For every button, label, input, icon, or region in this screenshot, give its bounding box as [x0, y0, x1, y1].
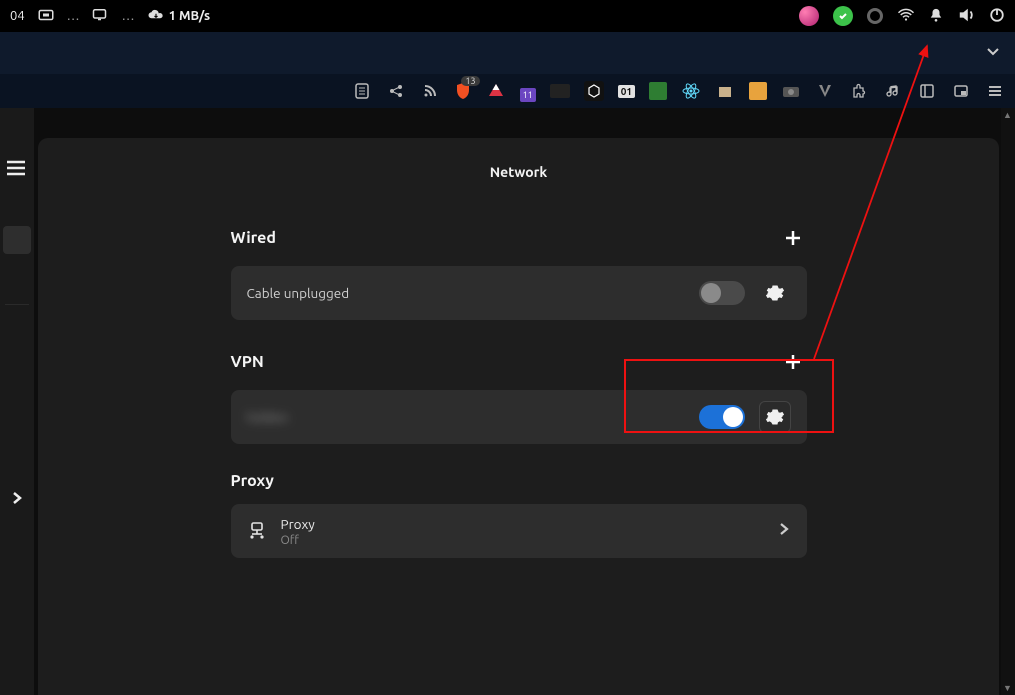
volume-icon[interactable]	[957, 7, 975, 26]
sidebar-slot[interactable]	[3, 260, 31, 288]
scroll-up-icon[interactable]: ▲	[1003, 110, 1012, 120]
cloud-speed: 1 MB/s	[147, 9, 211, 23]
wired-section: Wired Cable unplugged	[231, 224, 807, 320]
monitor-ellipsis: …	[122, 9, 135, 23]
hamburger-menu-icon[interactable]	[985, 81, 1005, 101]
wifi-icon[interactable]	[897, 8, 915, 25]
extensions-puzzle-icon[interactable]	[849, 81, 869, 101]
proxy-row-subtitle: Off	[281, 534, 763, 547]
vpn-row: hidden	[231, 390, 807, 444]
wired-status-label: Cable unplugged	[247, 285, 685, 301]
extension-orange-icon[interactable]	[749, 82, 767, 100]
power-icon[interactable]	[989, 7, 1005, 26]
proxy-row-title: Proxy	[281, 516, 763, 532]
sidepanel-icon[interactable]	[917, 81, 937, 101]
proxy-row[interactable]: Proxy Off	[231, 504, 807, 558]
extension-v-icon[interactable]	[815, 81, 835, 101]
reader-mode-icon[interactable]	[352, 81, 372, 101]
status-indicator-green-icon[interactable]	[833, 6, 853, 26]
status-indicator-grey-icon[interactable]	[867, 8, 883, 24]
sidebar-divider	[5, 304, 29, 305]
monitor-indicator-icon	[92, 8, 110, 25]
brave-shields-icon[interactable]: 13	[454, 82, 472, 100]
brave-rewards-icon[interactable]	[486, 81, 506, 101]
extension-day-badge[interactable]: 01	[618, 85, 635, 98]
notifications-icon[interactable]	[929, 7, 943, 26]
window-titlebar	[0, 32, 1015, 74]
extension-terminal-icon[interactable]	[550, 84, 570, 98]
extension-box-icon[interactable]	[715, 81, 735, 101]
music-icon[interactable]	[883, 81, 903, 101]
extension-green-icon[interactable]	[649, 82, 667, 100]
proxy-section: Proxy Proxy Off	[231, 472, 807, 558]
chevron-down-icon[interactable]	[985, 43, 1001, 63]
net-speed-text: 1 MB/s	[169, 9, 211, 23]
share-icon[interactable]	[386, 81, 406, 101]
wired-row: Cable unplugged	[231, 266, 807, 320]
proxy-heading: Proxy	[231, 472, 274, 490]
status-indicator-pink-icon[interactable]	[799, 6, 819, 26]
vpn-settings-button[interactable]	[759, 401, 791, 433]
panel-title: Network	[52, 164, 985, 180]
vpn-section: VPN hidden	[231, 348, 807, 444]
extension-cube-icon[interactable]	[584, 81, 604, 101]
settings-app: Network Wired Cable unplugged	[0, 108, 1015, 695]
wired-toggle[interactable]	[699, 281, 745, 305]
os-status-bar: 04 … … 1 MB/s	[0, 0, 1015, 32]
settings-hamburger-icon[interactable]	[6, 160, 26, 180]
vpn-toggle[interactable]	[699, 405, 745, 429]
vpn-heading: VPN	[231, 353, 264, 371]
extension-purple-badge[interactable]: 11	[520, 88, 536, 102]
add-wired-button[interactable]	[779, 224, 807, 252]
add-vpn-button[interactable]	[779, 348, 807, 376]
wired-settings-button[interactable]	[759, 277, 791, 309]
vpn-name-label: hidden	[247, 409, 685, 425]
cpu-ellipsis: …	[67, 9, 80, 23]
proxy-icon	[247, 521, 267, 541]
settings-sidebar	[0, 108, 34, 695]
extension-react-icon[interactable]	[681, 81, 701, 101]
vertical-scrollbar[interactable]: ▲ ▼	[1001, 108, 1015, 695]
cpu-indicator-icon	[37, 8, 55, 25]
sidebar-expand-icon[interactable]	[10, 491, 24, 509]
sidebar-slot[interactable]	[3, 192, 31, 220]
clock-text: 04	[10, 9, 25, 23]
chevron-right-icon	[777, 522, 791, 540]
network-panel: Network Wired Cable unplugged	[38, 138, 999, 695]
sidebar-slot-active[interactable]	[3, 226, 31, 254]
browser-toolbar: 13 11 01	[0, 74, 1015, 108]
brave-badge-count: 13	[461, 76, 479, 86]
scroll-down-icon[interactable]: ▼	[1003, 683, 1012, 693]
rss-icon[interactable]	[420, 81, 440, 101]
wired-heading: Wired	[231, 229, 276, 247]
extension-camera-icon[interactable]	[781, 81, 801, 101]
pip-icon[interactable]	[951, 81, 971, 101]
